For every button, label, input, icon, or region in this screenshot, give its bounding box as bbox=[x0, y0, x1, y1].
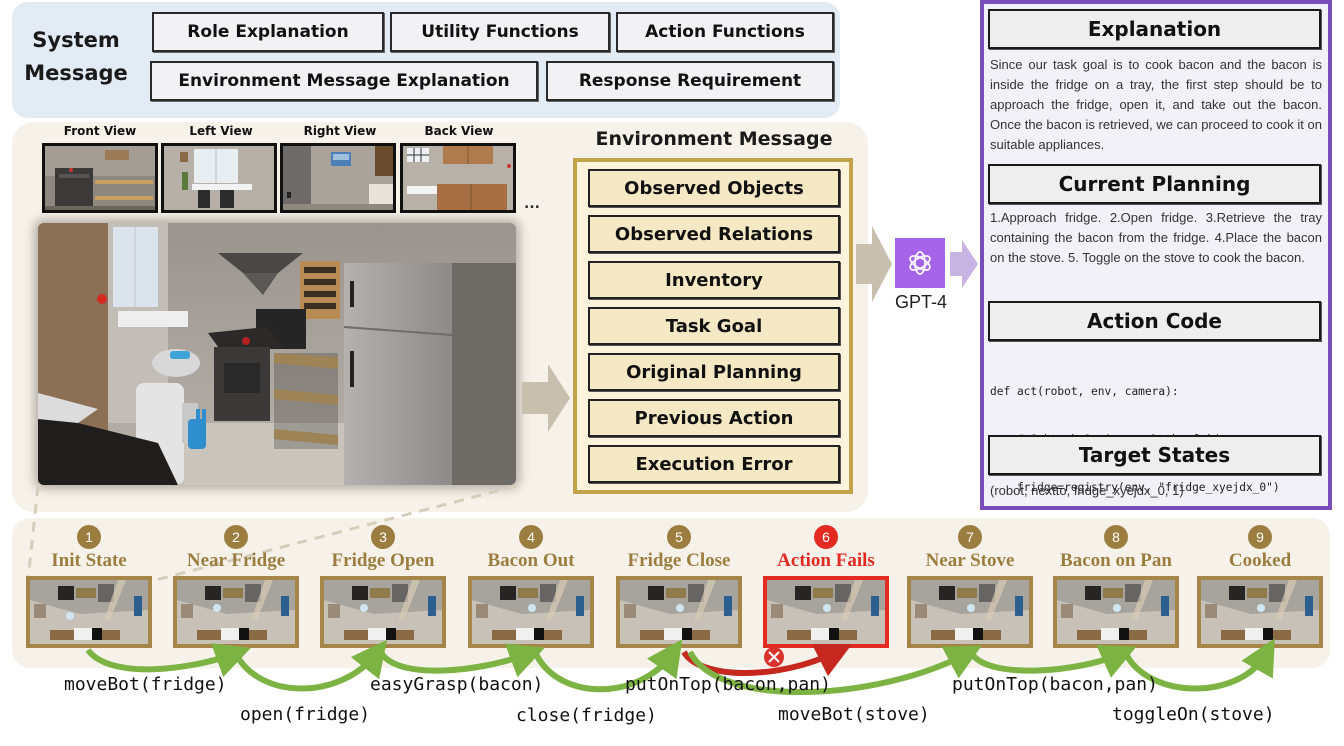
step-label: Bacon Out bbox=[487, 550, 575, 571]
code-line: def act(robot, env, camera): bbox=[990, 385, 1179, 398]
utility-functions-box: Utility Functions bbox=[390, 12, 610, 52]
step-label: Cooked bbox=[1228, 550, 1292, 571]
observed-objects-box: Observed Objects bbox=[588, 169, 840, 207]
action-code-heading: Action Code bbox=[988, 301, 1321, 341]
step-number-badge: 3 bbox=[371, 525, 395, 549]
left-view-label: Left View bbox=[189, 124, 253, 138]
step-number-badge: 7 bbox=[958, 525, 982, 549]
right-view-label: Right View bbox=[303, 124, 377, 138]
step-label: Fridge Close bbox=[627, 550, 731, 571]
action-functions-box: Action Functions bbox=[616, 12, 834, 52]
action-label: moveBot(stove) bbox=[778, 704, 930, 725]
gpt4-logo bbox=[895, 238, 945, 288]
response-requirement-box: Response Requirement bbox=[546, 61, 834, 101]
step-number-badge: 8 bbox=[1104, 525, 1128, 549]
target-states-heading: Target States bbox=[988, 435, 1321, 475]
step-topdown-image bbox=[26, 576, 152, 648]
step-topdown-image bbox=[1053, 576, 1179, 648]
gpt4-label: GPT-4 bbox=[894, 292, 947, 312]
step-number-badge: 4 bbox=[519, 525, 543, 549]
step-number-badge: 2 bbox=[224, 525, 248, 549]
system-message-title-line1: System bbox=[32, 28, 120, 52]
inventory-box: Inventory bbox=[588, 261, 840, 299]
right-view-image bbox=[280, 143, 396, 213]
environment-message-explanation-box: Environment Message Explanation bbox=[150, 61, 538, 101]
front-view-label: Front View bbox=[63, 124, 137, 138]
action-label: close(fridge) bbox=[516, 705, 657, 726]
system-message-title-line2: Message bbox=[24, 61, 128, 85]
current-planning-heading: Current Planning bbox=[988, 164, 1321, 204]
action-label: open(fridge) bbox=[240, 704, 371, 725]
step-number-badge: 1 bbox=[77, 525, 101, 549]
step-number-badge: 9 bbox=[1248, 525, 1272, 549]
action-label: easyGrasp(bacon) bbox=[370, 674, 544, 695]
step-label: Near Stove bbox=[925, 550, 1015, 571]
action-label: moveBot(fridge) bbox=[64, 674, 227, 695]
task-goal-box: Task Goal bbox=[588, 307, 840, 345]
step-topdown-image bbox=[907, 576, 1033, 648]
step-topdown-image bbox=[1197, 576, 1323, 648]
back-view-label: Back View bbox=[424, 124, 494, 138]
step-number-badge: 6 bbox=[814, 525, 838, 549]
explanation-text: Since our task goal is to cook bacon and… bbox=[990, 57, 1322, 152]
openai-logo-icon bbox=[909, 251, 931, 275]
step-topdown-image bbox=[320, 576, 446, 648]
original-planning-box: Original Planning bbox=[588, 353, 840, 391]
explanation-heading: Explanation bbox=[988, 9, 1321, 49]
step-topdown-image bbox=[468, 576, 594, 648]
step-topdown-image bbox=[173, 576, 299, 648]
step-number-badge: 5 bbox=[667, 525, 691, 549]
back-view-image bbox=[400, 143, 516, 213]
step-label: Fridge Open bbox=[331, 550, 435, 571]
previous-action-box: Previous Action bbox=[588, 399, 840, 437]
step-label: Init State bbox=[51, 550, 127, 571]
step-label: Action Fails bbox=[777, 550, 875, 571]
action-label: putOnTop(bacon,pan) bbox=[625, 674, 831, 695]
observed-relations-box: Observed Relations bbox=[588, 215, 840, 253]
execution-error-box: Execution Error bbox=[588, 445, 840, 483]
step-label: Near Fridge bbox=[186, 550, 286, 571]
step-topdown-image bbox=[616, 576, 742, 648]
front-view-image bbox=[42, 143, 158, 213]
role-explanation-box: Role Explanation bbox=[152, 12, 384, 52]
kitchen-scene-render bbox=[38, 223, 516, 485]
target-states-text: (robot, nextto, fridge_xyejdx_0, 1) bbox=[990, 483, 1184, 498]
action-label: toggleOn(stove) bbox=[1112, 704, 1275, 725]
step-label: Bacon on Pan bbox=[1060, 550, 1172, 571]
environment-message-title: Environment Message bbox=[595, 128, 833, 150]
system-message-title: System Message bbox=[16, 24, 136, 90]
action-label: putOnTop(bacon,pan) bbox=[952, 674, 1158, 695]
step-topdown-image bbox=[763, 576, 889, 648]
current-planning-text: 1.Approach fridge. 2.Open fridge. 3.Retr… bbox=[990, 210, 1322, 265]
left-view-image bbox=[161, 143, 277, 213]
gpt-to-output-arrow bbox=[950, 240, 978, 288]
more-views-ellipsis: ... bbox=[524, 196, 540, 212]
